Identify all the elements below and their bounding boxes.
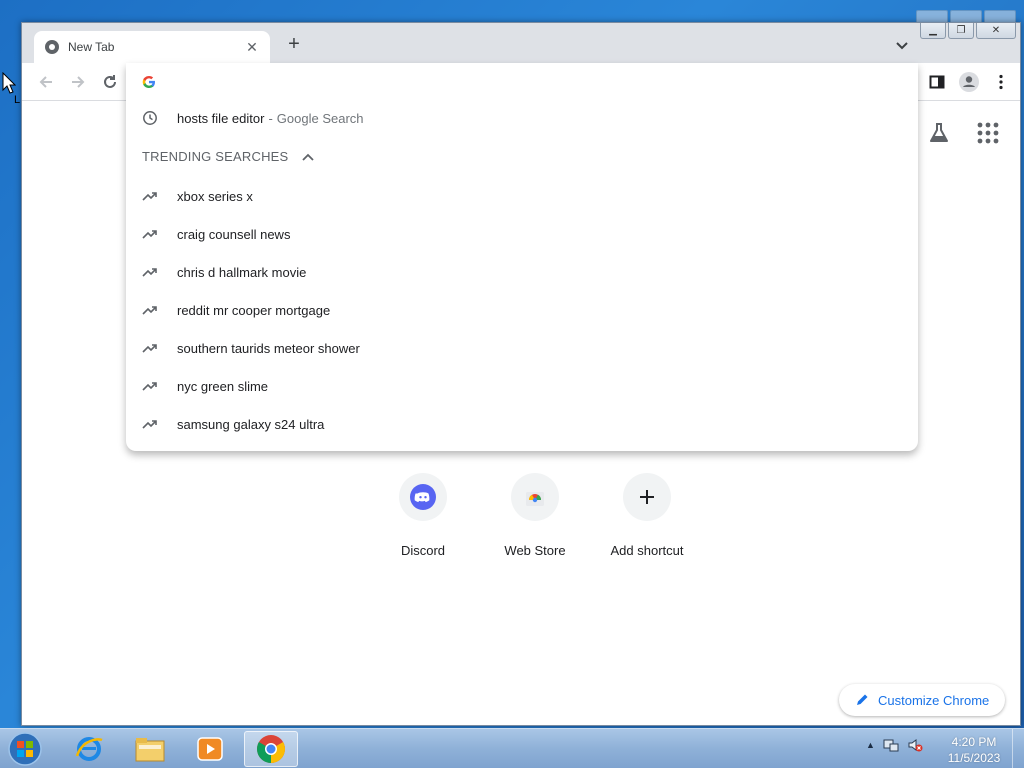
trending-arrow-icon [142, 340, 158, 356]
pencil-icon [857, 694, 868, 705]
trending-arrow-icon [142, 302, 158, 318]
shortcut-tile [623, 473, 671, 521]
taskbar-ie[interactable] [62, 731, 116, 767]
history-query: hosts file editor [177, 110, 265, 126]
trending-arrow-icon [142, 264, 158, 280]
discord-icon [410, 484, 436, 510]
system-tray: ▲ [866, 737, 923, 753]
trending-header[interactable]: TRENDING SEARCHES [142, 149, 315, 164]
back-button[interactable] [36, 72, 56, 92]
reload-icon [104, 75, 116, 88]
trending-arrow-icon [142, 378, 158, 394]
internet-explorer-icon [75, 737, 103, 761]
tray-expand-icon[interactable]: ▲ [866, 740, 875, 750]
history-suggestion[interactable]: hosts file editor - Google Search [142, 108, 364, 128]
trending-item-label: southern taurids meteor shower [177, 340, 360, 356]
network-icon[interactable] [883, 737, 899, 753]
trending-item[interactable]: craig counsell news [142, 224, 290, 244]
menu-button[interactable] [990, 71, 1012, 93]
trending-header-label: TRENDING SEARCHES [142, 149, 289, 164]
trending-item-label: chris d hallmark movie [177, 264, 307, 280]
tab-search-icon[interactable] [892, 35, 912, 55]
history-separator: - [268, 110, 273, 126]
clock-date: 11/5/2023 [947, 751, 1001, 765]
taskbar: ▲ 4:20 PM 11/5/2023 [0, 728, 1024, 768]
trending-item-label: xbox series x [177, 188, 253, 204]
volume-muted-icon[interactable] [907, 737, 923, 753]
shortcuts-grid: Discord Web Store Add shortcut [367, 473, 703, 558]
trending-item-label: craig counsell news [177, 226, 291, 242]
shortcut-tile [511, 473, 559, 521]
shortcut-discord[interactable]: Discord [367, 473, 479, 558]
tab-title: New Tab [68, 40, 115, 54]
shortcut-label: Add shortcut [610, 543, 684, 558]
shortcut-tile [399, 473, 447, 521]
shortcut-label: Web Store [504, 543, 566, 558]
close-window-button[interactable]: ✕ [976, 23, 1016, 39]
trending-item-label: nyc green slime [177, 378, 269, 394]
trending-item[interactable]: chris d hallmark movie [142, 262, 306, 282]
history-suffix: Google Search [276, 110, 364, 126]
kebab-menu-icon [999, 74, 1003, 90]
window-controls: ▁ ❐ ✕ [920, 23, 1016, 39]
folder-icon [135, 738, 165, 762]
tab-strip: New Tab ✕ + ▁ ❐ ✕ [22, 23, 1020, 63]
trending-item[interactable]: xbox series x [142, 186, 253, 206]
maximize-button[interactable]: ❐ [948, 23, 974, 39]
side-panel-button[interactable] [926, 71, 948, 93]
tab-new-tab[interactable]: New Tab ✕ [34, 31, 270, 63]
webstore-icon [526, 492, 544, 506]
customize-chrome-button[interactable]: Customize Chrome [839, 684, 1005, 716]
trending-item[interactable]: samsung galaxy s24 ultra [142, 414, 324, 434]
trending-arrow-icon [142, 226, 158, 242]
minimize-button[interactable]: ▁ [920, 23, 946, 39]
trending-item-label: reddit mr cooper mortgage [177, 302, 331, 318]
show-desktop-button[interactable] [1012, 729, 1024, 768]
clock-time: 4:20 PM [951, 735, 997, 749]
toolbar-right [926, 71, 1012, 93]
history-clock-icon [142, 110, 158, 126]
trending-arrow-icon [142, 188, 158, 204]
desktop-icon-letter: L [14, 94, 21, 106]
taskbar-clock[interactable]: 4:20 PM 11/5/2023 [940, 734, 1008, 766]
omnibox-input[interactable] [142, 73, 156, 91]
trending-item[interactable]: reddit mr cooper mortgage [142, 300, 330, 320]
chevron-up-icon [302, 153, 315, 161]
tab-close-icon[interactable]: ✕ [244, 39, 260, 55]
trending-item[interactable]: nyc green slime [142, 376, 268, 396]
shortcut-add[interactable]: Add shortcut [591, 473, 703, 558]
shortcut-web-store[interactable]: Web Store [479, 473, 591, 558]
start-button-icon[interactable] [6, 731, 44, 767]
side-panel-icon [929, 75, 945, 89]
forward-button[interactable] [68, 72, 88, 92]
trending-item-label: samsung galaxy s24 ultra [177, 416, 325, 432]
google-g-icon [142, 76, 155, 88]
profile-button[interactable] [958, 71, 980, 93]
chrome-favicon-icon [45, 40, 59, 54]
mouse-cursor-icon [2, 72, 16, 94]
chrome-icon [257, 735, 285, 763]
profile-icon [959, 72, 979, 92]
plus-icon [640, 490, 654, 504]
taskbar-chrome[interactable] [244, 731, 298, 767]
trending-item[interactable]: southern taurids meteor shower [142, 338, 360, 358]
customize-label: Customize Chrome [878, 692, 990, 708]
taskbar-media-player[interactable] [183, 731, 237, 767]
google-apps-icon[interactable] [976, 121, 1000, 145]
forward-arrow-icon [72, 76, 85, 88]
trending-arrow-icon [142, 416, 158, 432]
omnibox-dropdown: hosts file editor - Google Search TRENDI… [126, 63, 918, 451]
back-arrow-icon [39, 76, 52, 88]
new-tab-button[interactable]: + [284, 34, 304, 55]
media-player-icon [197, 737, 223, 761]
shortcut-label: Discord [400, 543, 446, 558]
labs-flask-icon[interactable] [927, 121, 951, 145]
reload-button[interactable] [100, 72, 120, 92]
taskbar-explorer[interactable] [123, 731, 177, 767]
